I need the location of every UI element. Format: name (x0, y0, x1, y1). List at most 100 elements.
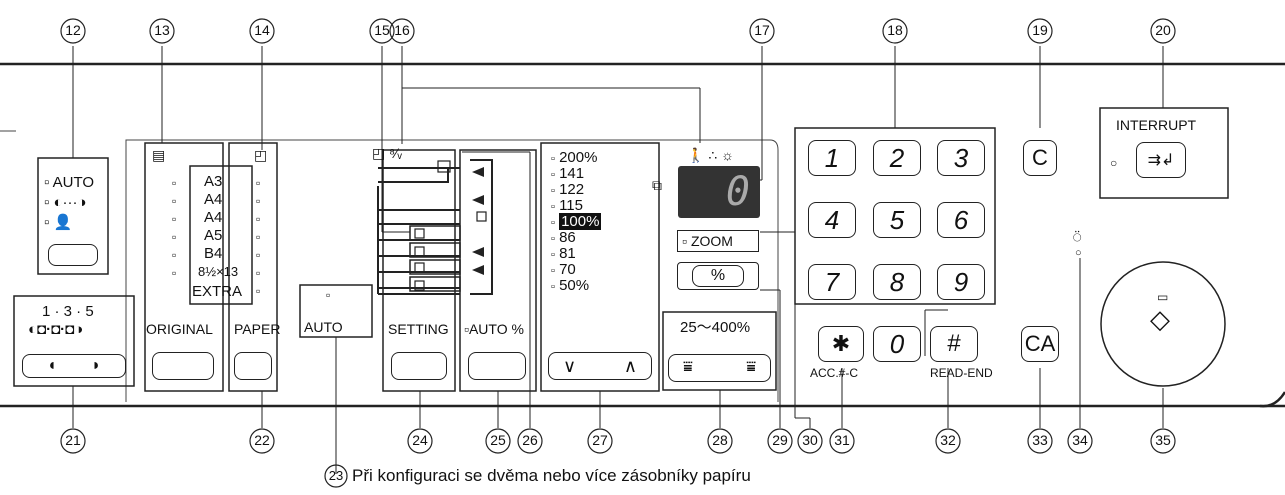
ratio-115: 115 (559, 197, 583, 214)
original-button[interactable] (152, 352, 214, 380)
size-8half-13: 8½×13 (198, 264, 239, 279)
read-end-label: READ-END (930, 366, 993, 380)
auto-percent-button[interactable] (468, 352, 526, 380)
zoom-up-icon: ⩸ (746, 359, 756, 376)
caption: Při konfiguraci se dvěma nebo více zásob… (352, 466, 751, 485)
exposure-photo-indicator: ▫ 👤 (44, 214, 73, 231)
callout-26: 26 (522, 432, 538, 448)
duplex-pages-label: 1 · 3 · 5 (42, 303, 94, 320)
callout-28: 28 (712, 432, 728, 448)
setting-label: SETTING (388, 321, 449, 337)
paper-icon: ◰ (254, 147, 268, 163)
callout-13: 13 (154, 22, 170, 38)
exposure-button[interactable] (48, 244, 98, 266)
zoom-indicator: ▫ ZOOM (677, 230, 759, 252)
power-save-icon: ⍥ (1073, 229, 1082, 245)
clear-all-key[interactable]: CA (1021, 326, 1059, 362)
ratio-86: 86 (559, 229, 576, 246)
copy-count-display: 0 (678, 166, 760, 218)
duplex-right-icon: ◗ (91, 357, 101, 374)
interrupt-button[interactable]: ⇉↲ (1136, 142, 1186, 178)
ratio-81: 81 (559, 245, 576, 262)
zoom-percent-button[interactable]: % (677, 262, 759, 290)
zoom-range-label: 25～400% (680, 319, 751, 336)
original-icon: ▤ (152, 147, 166, 163)
exposure-auto-indicator: ▫ AUTO (44, 174, 95, 191)
key-3[interactable]: 3 (937, 140, 985, 176)
copies-icon: ⧉ (652, 177, 662, 193)
duplex-icons-label: ◐◘·◘·◘◑ (28, 321, 84, 338)
original-indicators: ▫ ▫ ▫ ▫ ▫ ▫ (172, 176, 177, 280)
ratio-70: 70 (559, 261, 576, 278)
chevron-up-icon: ∧ (623, 355, 637, 376)
callout-33: 33 (1032, 432, 1048, 448)
zoom-adjust-button[interactable]: ⩸ ⩸ (668, 354, 771, 382)
key-7[interactable]: 7 (808, 264, 856, 300)
paper-indicators: ▫ ▫ ▫ ▫ ▫ ▫ ▫ (256, 176, 261, 298)
callout-12: 12 (65, 22, 81, 38)
callout-23: 23 (328, 468, 344, 483)
callout-31: 31 (834, 432, 850, 448)
exposure-manual-indicator: ▫ ◐···◑ (44, 194, 87, 211)
hash-key[interactable]: # (930, 326, 978, 362)
ratio-50: 50% (559, 277, 590, 294)
panel-diagram (0, 18, 1285, 488)
ratio-200: 200% (559, 149, 598, 166)
acc-label: ACC.#-C (810, 366, 859, 380)
callout-22: 22 (254, 432, 270, 448)
ratio-100: 100% (559, 213, 602, 230)
size-b4: B4 (204, 245, 223, 262)
key-8[interactable]: 8 (873, 264, 921, 300)
duplex-left-icon: ◖ (47, 357, 57, 374)
size-extra: EXTRA (192, 283, 243, 300)
start-icon: ◇ (1150, 304, 1170, 334)
callout-21: 21 (65, 432, 81, 448)
callout-16: 16 (394, 22, 410, 38)
callout-24: 24 (412, 432, 428, 448)
callout-14: 14 (254, 22, 270, 38)
key-2[interactable]: 2 (873, 140, 921, 176)
star-key[interactable]: ✱ (818, 326, 864, 362)
auto-percent-label: ▫AUTO % (464, 321, 524, 337)
callout-25: 25 (490, 432, 506, 448)
ratio-select-button[interactable]: ∨ ∧ (548, 352, 652, 380)
ratio-122: 122 (559, 181, 585, 198)
callout-35: 35 (1155, 432, 1171, 448)
duplex-button[interactable]: ◖ ◗ (22, 354, 126, 378)
key-0[interactable]: 0 (873, 326, 921, 362)
callout-30: 30 (802, 432, 818, 448)
auto-paper-label: AUTO (304, 319, 343, 335)
auto-paper-indicator: ▫ (326, 288, 331, 302)
clear-key[interactable]: C (1023, 140, 1057, 176)
key-6[interactable]: 6 (937, 202, 985, 238)
size-a4: A4 (204, 191, 223, 208)
paper-button-label: PAPER (234, 321, 281, 337)
interrupt-indicator: ○ (1110, 156, 1118, 170)
zoom-down-icon: ⩸ (683, 359, 693, 376)
size-a3: A3 (204, 173, 223, 190)
percent-key-label: % (692, 265, 744, 287)
setting-button[interactable] (391, 352, 447, 380)
tray-paper-icon: ◰ ⁸⁄ᵥ (372, 145, 402, 161)
callout-27: 27 (592, 432, 608, 448)
size-a5: A5 (204, 227, 223, 244)
exposure-level-icons: 🚶 ∴ ☼ (687, 147, 734, 163)
callout-32: 32 (940, 432, 956, 448)
key-1[interactable]: 1 (808, 140, 856, 176)
chevron-down-icon: ∨ (563, 355, 577, 376)
callout-20: 20 (1155, 22, 1171, 38)
key-4[interactable]: 4 (808, 202, 856, 238)
original-button-label: ORIGINAL (146, 321, 213, 337)
interrupt-label: INTERRUPT (1116, 117, 1197, 133)
ratio-141: 141 (559, 165, 585, 182)
callout-18: 18 (887, 22, 903, 38)
size-a4-r: A4 (204, 209, 223, 226)
callout-29: 29 (772, 432, 788, 448)
callout-17: 17 (754, 22, 770, 38)
power-save-indicator: ○ (1075, 247, 1082, 259)
paper-button[interactable] (234, 352, 272, 380)
key-9[interactable]: 9 (937, 264, 985, 300)
callout-34: 34 (1072, 432, 1088, 448)
key-5[interactable]: 5 (873, 202, 921, 238)
callout-19: 19 (1032, 22, 1048, 38)
